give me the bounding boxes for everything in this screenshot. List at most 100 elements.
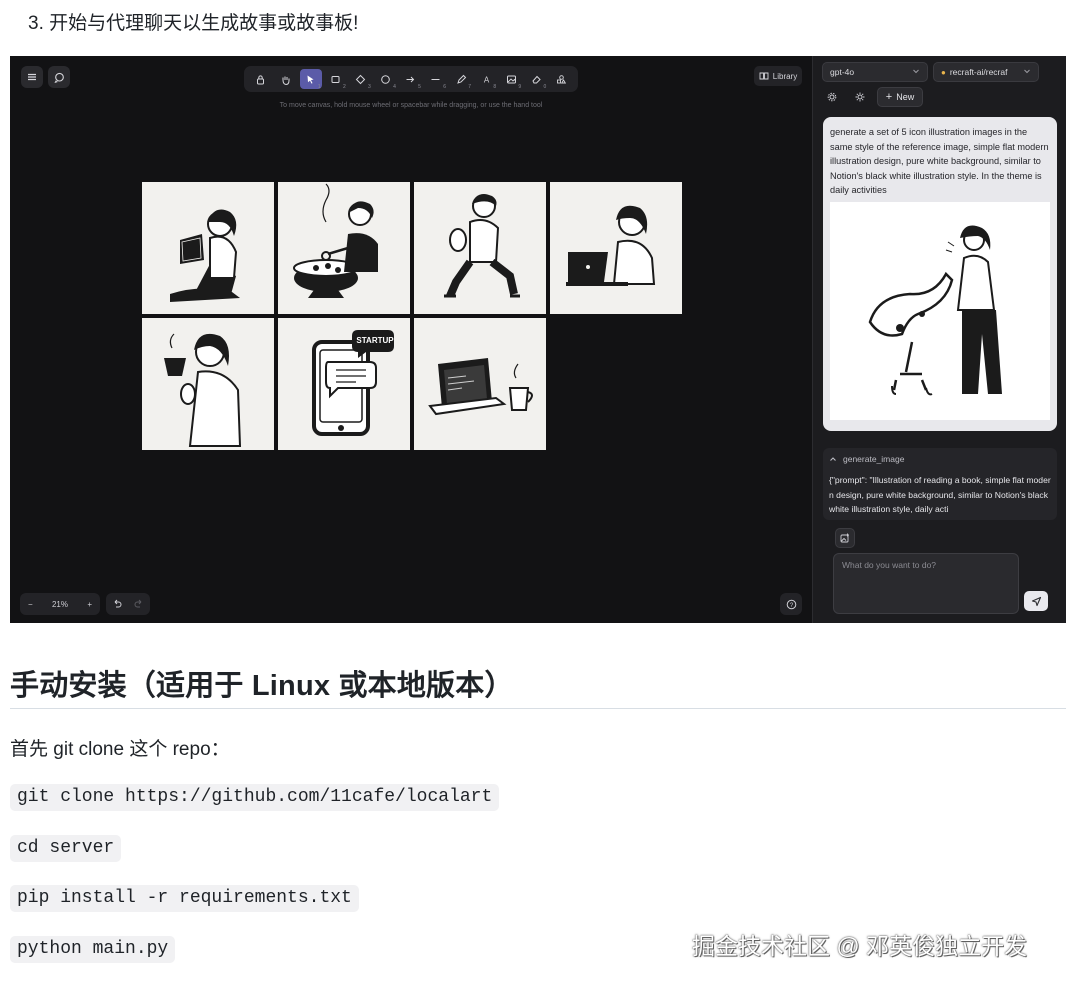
gear-icon: [827, 92, 837, 102]
undo-icon[interactable]: [112, 599, 122, 609]
tool-diamond[interactable]: 3: [350, 69, 372, 90]
cooking-illustration[interactable]: [278, 182, 410, 314]
intro-text: 首先 git clone 这个 repo：: [10, 739, 230, 760]
user-message: generate a set of 5 icon illustration im…: [823, 117, 1057, 431]
library-button[interactable]: Library: [754, 66, 802, 86]
tool-text[interactable]: A8: [475, 69, 497, 90]
tool-eraser[interactable]: 0: [525, 69, 547, 90]
image-model-select-value: recraft-ai/recraf: [949, 67, 1008, 77]
tool-shortcut: 2: [342, 84, 346, 90]
section-heading: 手动安装（适用于 Linux 或本地版本）: [10, 670, 514, 702]
chat-panel: gpt-4o ● recraft-ai/recraf + New generat…: [812, 56, 1066, 623]
tool-shortcut: 6: [443, 84, 446, 90]
history-controls: [106, 593, 150, 615]
ellipse-icon: [381, 74, 391, 84]
user-message-text: generate a set of 5 icon illustration im…: [830, 127, 1049, 196]
tool-shortcut: 8: [493, 84, 497, 90]
reference-image: [830, 201, 1050, 420]
zoom-in-button[interactable]: +: [87, 600, 92, 609]
rectangle-icon: [331, 75, 340, 83]
step-heading: 3. 开始与代理聊天以生成故事或故事板!: [28, 13, 359, 34]
tool-ellipse[interactable]: 4: [375, 69, 397, 90]
code-line: cd server: [10, 835, 122, 862]
line-icon: [431, 78, 440, 80]
hand-icon: [282, 76, 290, 85]
image-plus-icon: [840, 533, 849, 543]
tool-lock[interactable]: [250, 69, 272, 89]
canvas[interactable]: 1234567A890 To move canvas, hold mouse w…: [10, 56, 812, 623]
startup-phone-illustration[interactable]: STARTUP: [278, 318, 410, 450]
tool-shortcut: 4: [393, 84, 396, 90]
reading-book-illustration[interactable]: [142, 182, 274, 314]
diamond-icon: [356, 74, 366, 84]
laptop-work-illustration[interactable]: [550, 182, 682, 314]
tool-line[interactable]: 6: [425, 69, 447, 90]
menu-button[interactable]: [21, 66, 43, 88]
arrow-icon: [406, 76, 415, 82]
shapes-icon: [556, 74, 566, 83]
code-line: pip install -r requirements.txt: [10, 885, 359, 912]
image-icon: [506, 75, 516, 83]
text-icon: A: [483, 75, 489, 84]
tool-shortcut: 1: [317, 84, 321, 90]
tool-arrow[interactable]: 5: [400, 69, 422, 90]
code-line: python main.py: [10, 936, 176, 963]
app-screenshot: 1234567A890 To move canvas, hold mouse w…: [10, 56, 1066, 623]
tool-shortcut: 7: [468, 84, 472, 90]
theme-toggle-button[interactable]: [851, 88, 869, 106]
pencil-icon: [456, 74, 466, 84]
library-label: Library: [772, 71, 798, 81]
zoom-level[interactable]: 21%: [52, 600, 68, 609]
zoom-out-button[interactable]: −: [28, 600, 33, 609]
laptop-coffee-illustration[interactable]: [414, 318, 546, 450]
tool-shapes[interactable]: [550, 69, 572, 89]
tool-shortcut: 3: [368, 84, 371, 90]
drawing-toolbar: 1234567A890: [244, 66, 578, 92]
code-line: git clone https://github.com/11cafe/loca…: [10, 784, 500, 811]
svg-text:A: A: [483, 75, 489, 84]
zoom-controls: − 21% +: [20, 593, 100, 615]
help-button[interactable]: ?: [780, 593, 802, 615]
walking-with-food-illustration[interactable]: [414, 182, 546, 314]
redo-icon[interactable]: [134, 599, 144, 609]
tool-image[interactable]: 9: [500, 69, 522, 90]
tool-call-header[interactable]: generate_image: [829, 454, 1051, 464]
tool-pencil[interactable]: 7: [450, 69, 472, 90]
menu-icon: [28, 73, 36, 81]
chat-toggle-button[interactable]: [48, 66, 70, 88]
coffee-drinking-illustration[interactable]: [142, 318, 274, 450]
send-icon: [1031, 596, 1041, 606]
chat-input[interactable]: What do you want to do?: [833, 553, 1019, 614]
send-button[interactable]: [1024, 591, 1048, 611]
cursor-icon: [307, 75, 314, 84]
settings-button[interactable]: [823, 88, 841, 106]
watermark: 掘金技术社区 @ 邓英俊独立开发: [692, 933, 1028, 959]
image-model-select[interactable]: ● recraft-ai/recraf: [933, 62, 1039, 82]
tool-call-block[interactable]: generate_image {"prompt": "Illustration …: [823, 448, 1057, 520]
eraser-icon: [532, 75, 541, 83]
tool-call-output: {"prompt": "Illustration of reading a bo…: [829, 475, 1051, 514]
chat-bubble-icon: [53, 72, 64, 83]
tool-hand[interactable]: [275, 69, 297, 89]
plus-icon: +: [885, 91, 893, 103]
chevron-down-icon: [1024, 69, 1030, 74]
attach-image-button[interactable]: [835, 528, 855, 548]
palette-icon: ●: [941, 67, 946, 77]
svg-text:STARTUP: STARTUP: [356, 336, 394, 345]
model-select[interactable]: gpt-4o: [822, 62, 928, 82]
lock-icon: [257, 74, 265, 84]
new-chat-button[interactable]: + New: [877, 87, 923, 107]
tool-call-name: generate_image: [843, 454, 905, 464]
heading-divider: [10, 708, 1066, 709]
tool-shortcut: 9: [518, 84, 522, 90]
tool-shortcut: 5: [418, 84, 421, 90]
sun-icon: [855, 92, 865, 102]
book-icon: [759, 72, 769, 80]
tool-shortcut: 0: [543, 84, 547, 90]
tool-cursor[interactable]: 1: [299, 69, 322, 90]
model-select-value: gpt-4o: [830, 67, 855, 77]
tool-rectangle[interactable]: 2: [325, 69, 347, 90]
canvas-hint: To move canvas, hold mouse wheel or spac…: [279, 102, 543, 109]
chevron-up-icon: [830, 457, 836, 461]
new-chat-label: New: [896, 92, 915, 102]
